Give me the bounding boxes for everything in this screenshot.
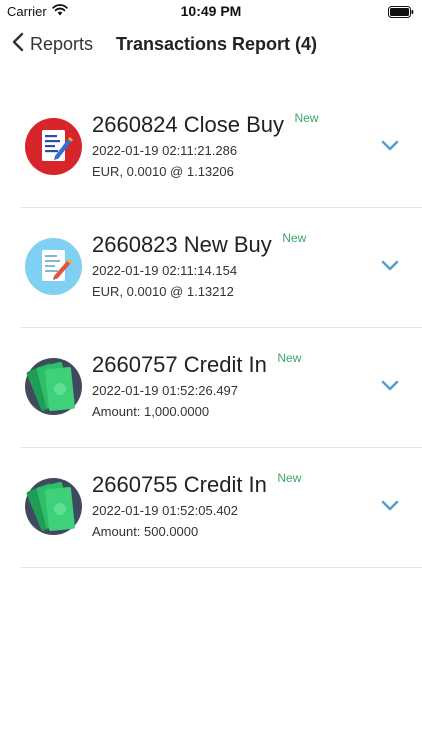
transaction-text: 2660757 Credit In New 2022-01-19 01:52:2…: [92, 351, 302, 419]
transaction-date: 2022-01-19 01:52:26.497: [92, 383, 239, 398]
transaction-text: 2660824 Close Buy New 2022-01-19 02:11:2…: [92, 111, 319, 179]
money-icon: [25, 358, 82, 415]
transaction-title: 2660824 Close Buy: [92, 112, 285, 137]
transaction-date: 2022-01-19 01:52:05.402: [92, 503, 239, 518]
transaction-detail: Amount: 500.0000: [92, 524, 199, 539]
transaction-detail: Amount: 1,000.0000: [92, 404, 210, 419]
transaction-row[interactable]: 2660823 New Buy New 2022-01-19 02:11:14.…: [21, 208, 422, 328]
battery-icon: [388, 5, 414, 23]
new-badge: New: [282, 231, 307, 245]
transaction-row[interactable]: 2660757 Credit In New 2022-01-19 01:52:2…: [21, 328, 422, 448]
status-time: 10:49 PM: [180, 3, 242, 19]
chevron-down-icon[interactable]: [380, 499, 400, 513]
new-badge: New: [294, 111, 319, 125]
transaction-title: 2660755 Credit In: [92, 472, 267, 497]
transaction-text: 2660755 Credit In New 2022-01-19 01:52:0…: [92, 471, 302, 539]
transaction-row[interactable]: 2660755 Credit In New 2022-01-19 01:52:0…: [21, 448, 422, 568]
document-red-icon: [25, 118, 82, 175]
transaction-title-line: 2660755 Credit In New: [92, 471, 302, 498]
transaction-detail: EUR, 0.0010 @ 1.13212: [92, 284, 234, 299]
transaction-date: 2022-01-19 02:11:14.154: [92, 263, 238, 278]
back-button-label: Reports: [30, 34, 94, 54]
transaction-title-line: 2660823 New Buy New: [92, 231, 307, 258]
chevron-down-icon[interactable]: [380, 379, 400, 393]
back-button[interactable]: Reports: [12, 32, 93, 57]
chevron-down-icon[interactable]: [380, 259, 400, 273]
new-badge: New: [277, 351, 302, 365]
page-title: Transactions Report (4): [116, 34, 318, 54]
status-bar: Carrier 10:49 PM: [0, 0, 422, 22]
chevron-left-icon: [12, 32, 24, 57]
money-icon: [25, 478, 82, 535]
transaction-title: 2660823 New Buy: [92, 232, 272, 257]
transaction-detail: EUR, 0.0010 @ 1.13206: [92, 164, 234, 179]
transaction-date: 2022-01-19 02:11:21.286: [92, 143, 238, 158]
transaction-title-line: 2660757 Credit In New: [92, 351, 302, 378]
transaction-text: 2660823 New Buy New 2022-01-19 02:11:14.…: [92, 231, 307, 299]
transactions-list: 2660824 Close Buy New 2022-01-19 02:11:2…: [21, 88, 422, 568]
navigation-bar: Reports Transactions Report (4): [0, 24, 422, 64]
document-blue-icon: [25, 238, 82, 295]
transaction-row[interactable]: 2660824 Close Buy New 2022-01-19 02:11:2…: [21, 88, 422, 208]
chevron-down-icon[interactable]: [380, 139, 400, 153]
new-badge: New: [277, 471, 302, 485]
transaction-title: 2660757 Credit In: [92, 352, 267, 377]
transaction-title-line: 2660824 Close Buy New: [92, 111, 319, 138]
